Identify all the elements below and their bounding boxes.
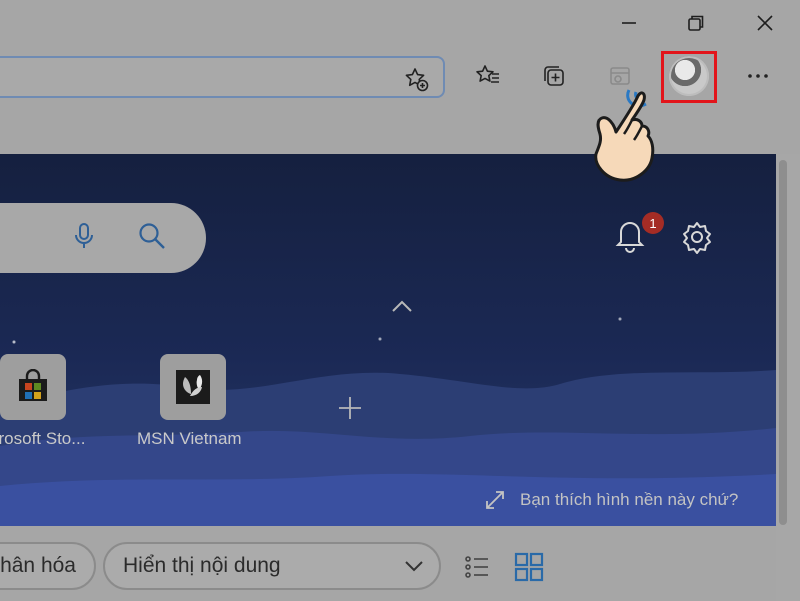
settings-gear-icon[interactable]	[678, 218, 716, 256]
wallpaper-prompt-text: Bạn thích hình nền này chứ?	[520, 490, 739, 509]
personalize-label: hân hóa	[0, 554, 76, 577]
personalize-button[interactable]: hân hóa	[0, 542, 96, 590]
list-view-icon	[465, 556, 488, 578]
restore-icon	[688, 15, 704, 31]
notification-badge: 1	[642, 212, 664, 234]
address-bar[interactable]	[0, 56, 445, 98]
list-view-button[interactable]	[460, 550, 494, 584]
minimize-button[interactable]	[606, 0, 652, 46]
search-button[interactable]	[134, 218, 170, 254]
chevron-up-icon[interactable]	[390, 298, 414, 314]
close-button[interactable]	[742, 0, 788, 46]
favorite-add-icon[interactable]	[403, 66, 429, 92]
content-select-value: Hiển thị nội dung	[123, 554, 281, 577]
hand-pointer-icon	[594, 89, 655, 182]
quick-link-label: MSN Vietnam	[137, 429, 242, 448]
search-box[interactable]	[0, 203, 206, 273]
quick-link-label: crosoft Sto...	[0, 429, 86, 448]
grid-view-button[interactable]	[512, 550, 546, 584]
quick-link-tile[interactable]	[0, 354, 66, 420]
favorites-icon	[476, 65, 499, 83]
title-bar	[0, 0, 800, 46]
search-icon	[139, 223, 165, 249]
more-icon	[748, 74, 768, 78]
collections-button[interactable]	[534, 56, 574, 96]
msn-icon	[176, 370, 210, 404]
quick-link-tile[interactable]	[160, 354, 226, 420]
add-shortcut-icon[interactable]	[336, 394, 364, 422]
favorites-button[interactable]	[468, 56, 508, 96]
microsoft-store-icon	[19, 369, 47, 401]
wallpaper-prompt[interactable]: Bạn thích hình nền này chứ?	[484, 488, 738, 512]
scrollbar-thumb[interactable]	[779, 160, 787, 525]
chevron-down-icon	[405, 561, 423, 572]
minimize-icon	[622, 22, 636, 24]
more-button[interactable]	[738, 56, 778, 96]
new-tab-background: 1 crosoft Sto... MSN Vietnam Bạn thích h…	[0, 154, 776, 526]
restore-button[interactable]	[673, 0, 719, 46]
favorites-bar	[0, 108, 800, 154]
content-visibility-select[interactable]: Hiển thị nội dung	[103, 542, 441, 590]
profile-avatar[interactable]	[669, 56, 709, 96]
close-icon	[757, 15, 773, 31]
expand-icon	[486, 491, 504, 509]
feed-toolbar: hân hóa Hiển thị nội dung	[0, 526, 776, 601]
microphone-icon	[75, 223, 93, 248]
grid-view-icon	[514, 552, 544, 582]
collections-icon	[544, 66, 564, 86]
voice-search-button[interactable]	[66, 218, 102, 254]
